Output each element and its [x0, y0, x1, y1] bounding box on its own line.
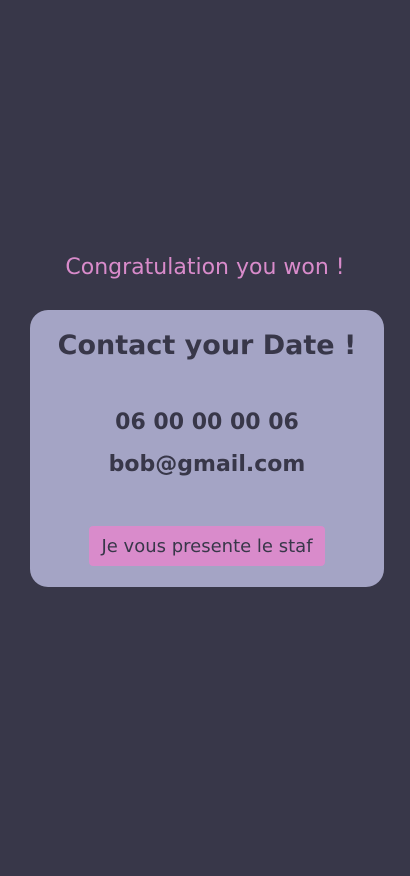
card-title: Contact your Date !	[57, 330, 357, 361]
contact-card: Contact your Date ! 06 00 00 00 06 bob@g…	[30, 310, 384, 587]
phone-number: 06 00 00 00 06	[115, 410, 299, 435]
email-address: bob@gmail.com	[108, 452, 306, 477]
present-staff-button[interactable]: Je vous presente le staf	[89, 526, 325, 566]
congratulation-message: Congratulation you won !	[65, 255, 345, 280]
